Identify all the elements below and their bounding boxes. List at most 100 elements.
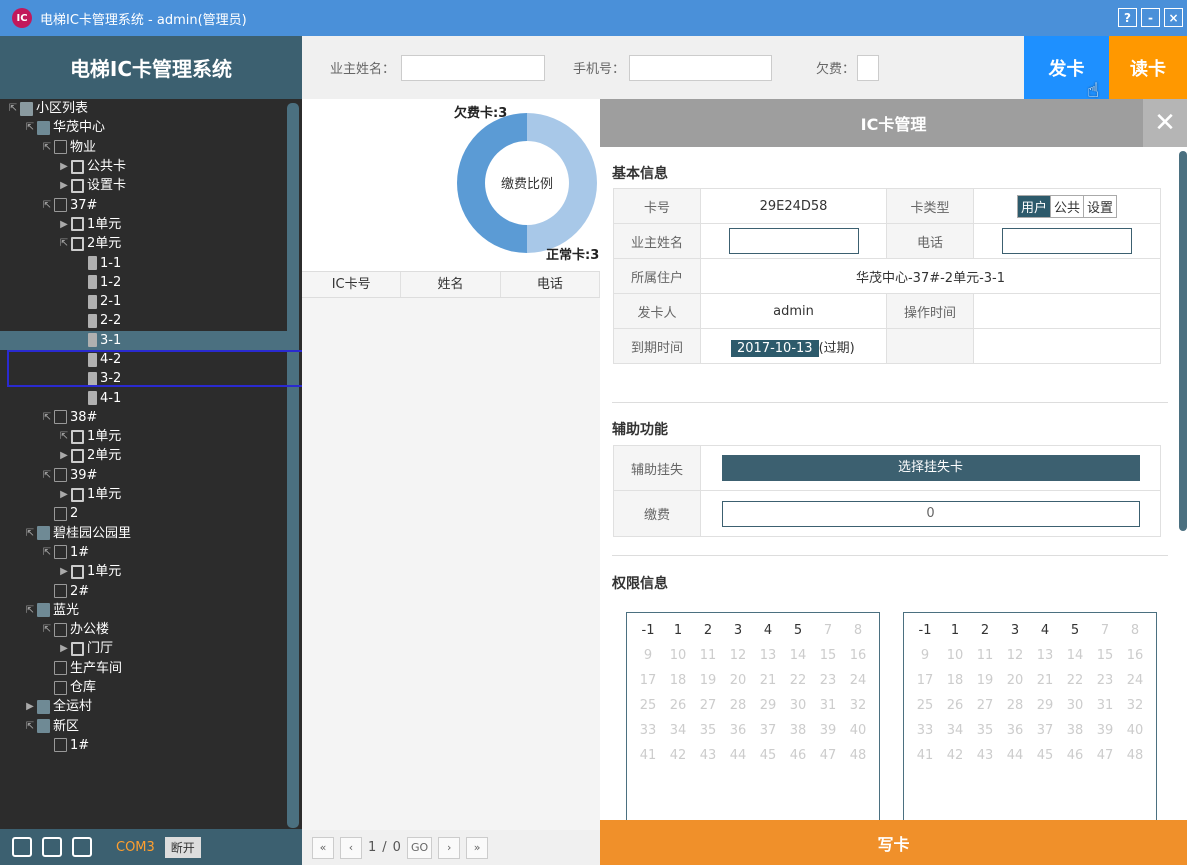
floor-toggle[interactable]: 37 (753, 723, 783, 745)
go-button[interactable]: GO (406, 836, 433, 859)
floor-toggle[interactable]: 14 (1060, 648, 1090, 670)
floor-toggle[interactable]: 14 (783, 648, 813, 670)
phone-search-input[interactable] (629, 54, 773, 81)
floor-toggle[interactable]: 11 (693, 648, 723, 670)
expand-arrow-icon[interactable]: ▶ (57, 215, 71, 234)
floor-toggle[interactable]: 22 (1060, 673, 1090, 695)
tree-node[interactable]: 2# (0, 581, 290, 600)
tree-node[interactable]: 1-1 (0, 253, 290, 272)
floor-toggle[interactable]: 41 (633, 748, 663, 770)
floor-toggle[interactable]: 2 (970, 623, 1000, 645)
floor-toggle[interactable]: 8 (1120, 623, 1150, 645)
floor-toggle[interactable]: 17 (910, 673, 940, 695)
floor-toggle[interactable]: 38 (1060, 723, 1090, 745)
floor-toggle[interactable]: 26 (663, 698, 693, 720)
collapse-arrow-icon[interactable]: ⇱ (40, 466, 54, 485)
floor-toggle[interactable]: 11 (970, 648, 1000, 670)
floor-toggle[interactable]: 35 (970, 723, 1000, 745)
tree-node[interactable]: 2-2 (0, 311, 290, 330)
tree-node[interactable]: ⇱ 小区列表 (0, 99, 290, 118)
floor-toggle[interactable]: 27 (970, 698, 1000, 720)
floor-toggle[interactable]: 40 (843, 723, 873, 745)
floor-toggle[interactable]: 15 (813, 648, 843, 670)
floor-toggle[interactable]: 18 (940, 673, 970, 695)
floor-toggle[interactable]: 43 (970, 748, 1000, 770)
floor-toggle[interactable]: 42 (940, 748, 970, 770)
expand-arrow-icon[interactable]: ▶ (57, 485, 71, 504)
floor-toggle[interactable]: 20 (723, 673, 753, 695)
floor-toggle[interactable]: 13 (753, 648, 783, 670)
tree-node[interactable]: ▶ 门厅 (0, 639, 290, 658)
floor-toggle[interactable]: 25 (633, 698, 663, 720)
tree-node[interactable]: ⇱ 新区 (0, 717, 290, 736)
tree-node[interactable]: ⇱ 37# (0, 195, 290, 214)
floor-toggle[interactable]: 20 (1000, 673, 1030, 695)
tree-node[interactable]: 2 (0, 504, 290, 523)
tree-node[interactable]: ⇱ 华茂中心 (0, 118, 290, 137)
floor-toggle[interactable]: 46 (1060, 748, 1090, 770)
expand-arrow-icon[interactable]: ▶ (57, 639, 71, 658)
collapse-arrow-icon[interactable]: ⇱ (23, 524, 37, 543)
floor-toggle[interactable]: 17 (633, 673, 663, 695)
col-name[interactable]: 姓名 (401, 272, 501, 297)
floor-toggle[interactable]: 15 (1090, 648, 1120, 670)
owner-search-input[interactable] (401, 54, 546, 81)
collapse-arrow-icon[interactable]: ⇱ (6, 99, 20, 118)
floor-toggle[interactable]: 25 (910, 698, 940, 720)
floor-toggle[interactable]: 33 (910, 723, 940, 745)
col-card-no[interactable]: IC卡号 (302, 272, 402, 297)
write-card-button[interactable]: 写卡 (600, 820, 1187, 865)
tree-node[interactable]: ⇱ 38# (0, 408, 290, 427)
floor-toggle[interactable]: 48 (1120, 748, 1150, 770)
floor-toggle[interactable]: 36 (723, 723, 753, 745)
floor-toggle[interactable]: 28 (1000, 698, 1030, 720)
floor-toggle[interactable]: 45 (753, 748, 783, 770)
tree-node[interactable]: ▶ 公共卡 (0, 157, 290, 176)
floor-toggle[interactable]: 8 (843, 623, 873, 645)
floor-toggle[interactable]: 43 (693, 748, 723, 770)
collapse-arrow-icon[interactable]: ⇱ (40, 196, 54, 215)
type-option-user[interactable]: 用户 (1017, 195, 1051, 217)
floor-toggle[interactable]: 34 (940, 723, 970, 745)
type-option-public[interactable]: 公共 (1051, 195, 1084, 217)
floor-toggle[interactable]: 3 (1000, 623, 1030, 645)
collapse-arrow-icon[interactable]: ⇱ (23, 118, 37, 137)
floor-toggle[interactable]: 7 (813, 623, 843, 645)
floor-toggle[interactable]: 29 (1030, 698, 1060, 720)
floor-toggle[interactable]: 1 (663, 623, 693, 645)
floor-toggle[interactable]: 45 (1030, 748, 1060, 770)
floor-toggle[interactable]: 1 (940, 623, 970, 645)
tree-node[interactable]: ⇱ 2单元 (0, 234, 290, 253)
read-card-button[interactable]: 读卡 (1109, 36, 1187, 99)
floor-toggle[interactable]: 32 (1120, 698, 1150, 720)
tree-node[interactable]: 4-2 (0, 350, 290, 369)
floor-toggle[interactable]: 31 (1090, 698, 1120, 720)
expand-arrow-icon[interactable]: ▶ (23, 697, 37, 716)
expand-arrow-icon[interactable]: ▶ (57, 176, 71, 195)
panel-close-icon[interactable]: ✕ (1143, 99, 1187, 147)
floor-toggle[interactable]: 23 (1090, 673, 1120, 695)
floor-toggle[interactable]: 30 (783, 698, 813, 720)
tree-node[interactable]: ⇱ 办公楼 (0, 620, 290, 639)
floor-toggle[interactable]: 12 (723, 648, 753, 670)
floor-toggle[interactable]: 7 (1090, 623, 1120, 645)
floor-toggle[interactable]: 24 (1120, 673, 1150, 695)
monitor-icon[interactable] (42, 837, 62, 857)
expand-arrow-icon[interactable]: ▶ (57, 446, 71, 465)
type-option-settings[interactable]: 设置 (1084, 196, 1116, 217)
tree-node[interactable]: ▶ 全运村 (0, 697, 290, 716)
last-page-button[interactable]: » (466, 836, 489, 859)
phone-input[interactable] (1002, 228, 1132, 254)
collapse-arrow-icon[interactable]: ⇱ (40, 620, 54, 639)
tree-node[interactable]: ⇱ 1单元 (0, 427, 290, 446)
floor-toggle[interactable]: 32 (843, 698, 873, 720)
tree-node[interactable]: 1# (0, 736, 290, 755)
floor-toggle[interactable]: 4 (1030, 623, 1060, 645)
tree-node[interactable]: 3-1 (0, 330, 290, 350)
floor-toggle[interactable]: -1 (910, 623, 940, 645)
fee-input[interactable]: 0 (721, 500, 1140, 527)
floor-toggle[interactable]: 46 (783, 748, 813, 770)
floor-toggle[interactable]: 33 (633, 723, 663, 745)
floor-toggle[interactable]: 5 (1060, 623, 1090, 645)
floor-toggle[interactable]: 34 (663, 723, 693, 745)
